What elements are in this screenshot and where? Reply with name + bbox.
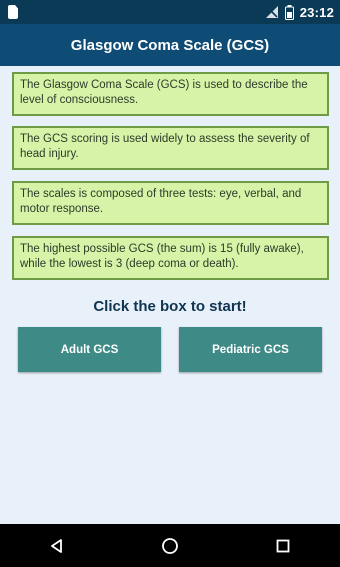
screen: 23:12 Glasgow Coma Scale (GCS) The Glasg…	[0, 0, 340, 567]
recents-button[interactable]	[263, 524, 303, 567]
battery-icon	[284, 4, 294, 20]
status-right: 23:12	[265, 0, 334, 24]
info-box-4: The highest possible GCS (the sum) is 15…	[12, 236, 329, 280]
cta-text: Click the box to start!	[93, 298, 247, 315]
info-box-1: The Glasgow Coma Scale (GCS) is used to …	[12, 72, 329, 116]
info-box-3: The scales is composed of three tests: e…	[12, 181, 329, 225]
pediatric-gcs-button[interactable]: Pediatric GCS	[179, 327, 322, 372]
app-bar: Glasgow Coma Scale (GCS)	[0, 24, 340, 66]
recents-icon	[276, 539, 290, 552]
back-button[interactable]	[37, 524, 77, 567]
signal-off-icon	[265, 5, 279, 19]
home-icon	[162, 537, 178, 554]
sd-card-icon	[8, 5, 18, 19]
adult-gcs-button[interactable]: Adult GCS	[18, 327, 161, 372]
status-bar: 23:12	[0, 0, 340, 24]
main-content: The Glasgow Coma Scale (GCS) is used to …	[0, 66, 340, 524]
status-time: 23:12	[299, 4, 334, 20]
info-box-2: The GCS scoring is used widely to assess…	[12, 126, 329, 170]
navigation-bar	[0, 524, 340, 567]
home-button[interactable]	[150, 524, 190, 567]
page-title: Glasgow Coma Scale (GCS)	[70, 36, 270, 54]
back-icon	[50, 538, 62, 553]
